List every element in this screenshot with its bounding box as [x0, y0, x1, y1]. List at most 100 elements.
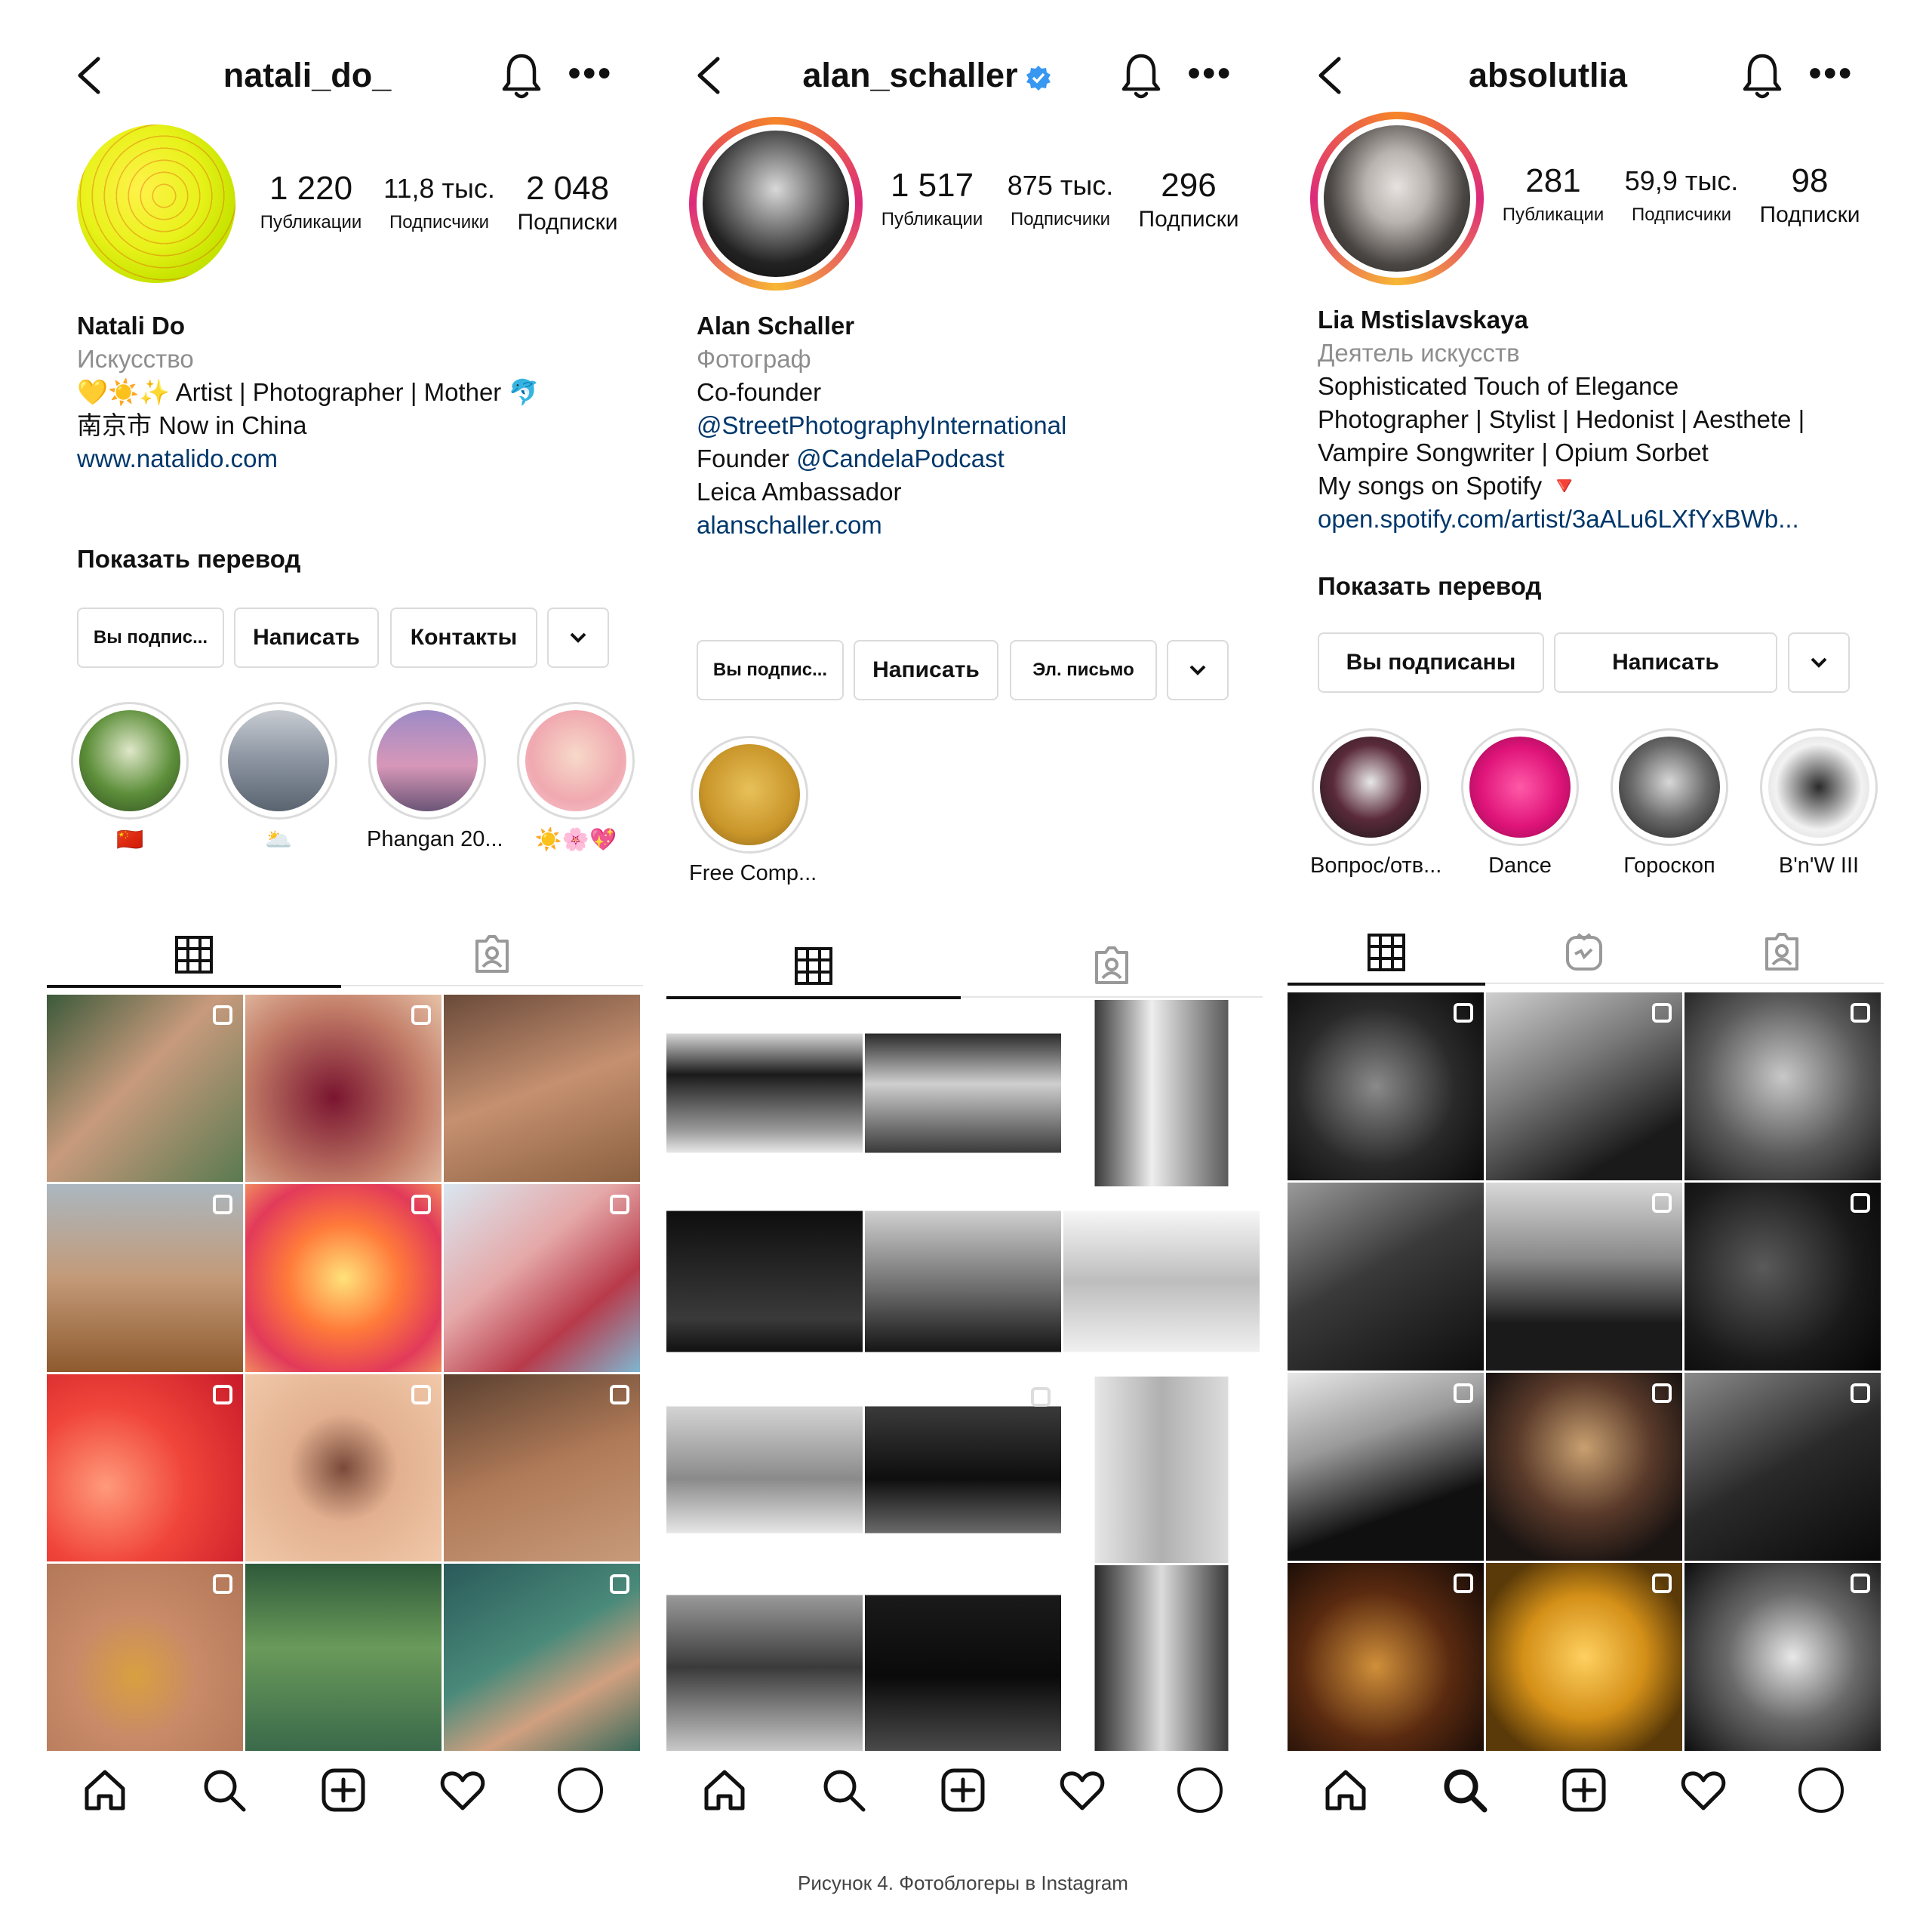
message-button[interactable]: Написать [1554, 632, 1777, 693]
following-button[interactable]: Вы подпис... [697, 640, 844, 700]
following-button[interactable]: Вы подписаны [1318, 632, 1544, 693]
profile-icon[interactable] [1176, 1766, 1224, 1814]
back-arrow-icon[interactable] [689, 53, 734, 98]
search-icon[interactable] [820, 1766, 868, 1814]
post-thumbnail[interactable] [1063, 1188, 1260, 1374]
heart-icon[interactable] [1679, 1766, 1728, 1814]
story-highlight[interactable]: ☀️🌸💖 [515, 702, 636, 853]
post-thumbnail[interactable] [666, 1000, 863, 1186]
story-highlight[interactable]: Phangan 20... [367, 702, 503, 852]
post-thumbnail[interactable] [245, 1184, 442, 1372]
post-thumbnail[interactable] [444, 1563, 640, 1751]
post-thumbnail[interactable] [1684, 1373, 1881, 1561]
following-count[interactable]: 296 Подписки [1125, 165, 1253, 232]
post-thumbnail[interactable] [1063, 1377, 1260, 1563]
contacts-button[interactable]: Контакты [390, 608, 537, 668]
profile-icon[interactable] [1797, 1766, 1845, 1814]
story-highlight[interactable]: 🌥️ [218, 702, 339, 853]
website-link[interactable]: open.spotify.com/artist/3aALu6LXfYxBWb..… [1318, 503, 1884, 536]
post-thumbnail[interactable] [245, 995, 442, 1183]
website-link[interactable]: www.natalido.com [77, 442, 643, 475]
post-thumbnail[interactable] [245, 1563, 442, 1751]
post-thumbnail[interactable] [666, 1377, 863, 1563]
message-button[interactable]: Написать [854, 640, 998, 700]
search-icon[interactable] [1441, 1766, 1489, 1814]
avatar[interactable] [689, 117, 863, 291]
message-button[interactable]: Написать [234, 608, 379, 668]
post-thumbnail[interactable] [47, 995, 243, 1183]
post-thumbnail[interactable] [1486, 992, 1682, 1180]
mention-link[interactable]: @CandelaPodcast [796, 445, 1005, 472]
back-arrow-icon[interactable] [1310, 53, 1355, 98]
story-highlight[interactable]: B'n'W III [1758, 728, 1879, 878]
post-thumbnail[interactable] [1288, 992, 1484, 1180]
bell-icon[interactable] [1118, 51, 1165, 101]
tab-posts-grid[interactable] [666, 936, 961, 999]
post-thumbnail[interactable] [865, 1188, 1061, 1374]
post-thumbnail[interactable] [1684, 1183, 1881, 1371]
new-post-icon[interactable] [1560, 1766, 1608, 1814]
posts-count[interactable]: 281 Публикации [1493, 160, 1614, 228]
show-translation-link[interactable]: Показать перевод [77, 545, 300, 574]
new-post-icon[interactable] [939, 1766, 987, 1814]
posts-count[interactable]: 1 220 Публикации [251, 168, 371, 235]
followers-count[interactable]: 11,8 тыс. Подписчики [379, 168, 500, 235]
suggestions-button[interactable] [547, 608, 609, 668]
avatar[interactable] [77, 125, 235, 283]
heart-icon[interactable] [438, 1766, 487, 1814]
post-thumbnail[interactable] [666, 1564, 863, 1751]
post-thumbnail[interactable] [47, 1563, 243, 1751]
mention-link[interactable]: @StreetPhotographyInternational [697, 409, 1263, 442]
story-highlight[interactable]: Free Comp... [689, 736, 817, 886]
tab-tagged[interactable] [1683, 922, 1881, 983]
post-thumbnail[interactable] [865, 1564, 1061, 1751]
home-icon[interactable] [1321, 1766, 1370, 1814]
followers-count[interactable]: 875 тыс. Подписчики [1000, 165, 1121, 232]
following-button[interactable]: Вы подпис... [77, 608, 224, 668]
post-thumbnail[interactable] [444, 1184, 640, 1372]
post-thumbnail[interactable] [444, 1374, 640, 1561]
tab-reels[interactable] [1485, 922, 1683, 983]
search-icon[interactable] [200, 1766, 248, 1814]
bell-icon[interactable] [498, 51, 545, 101]
more-icon[interactable]: ••• [1809, 47, 1854, 101]
profile-icon[interactable] [556, 1766, 605, 1814]
new-post-icon[interactable] [319, 1766, 368, 1814]
more-icon[interactable]: ••• [1188, 47, 1232, 101]
post-thumbnail[interactable] [245, 1374, 442, 1561]
story-highlight[interactable]: Dance [1460, 728, 1580, 878]
more-icon[interactable]: ••• [568, 47, 613, 101]
tab-tagged[interactable] [961, 936, 1263, 996]
post-thumbnail[interactable] [1288, 1563, 1484, 1751]
post-thumbnail[interactable] [865, 1000, 1061, 1186]
heart-icon[interactable] [1058, 1766, 1106, 1814]
post-thumbnail[interactable] [1486, 1373, 1682, 1561]
following-count[interactable]: 98 Подписки [1746, 160, 1874, 228]
following-count[interactable]: 2 048 Подписки [503, 168, 632, 235]
post-thumbnail[interactable] [47, 1184, 243, 1372]
followers-count[interactable]: 59,9 тыс. Подписчики [1621, 160, 1742, 228]
bell-icon[interactable] [1739, 51, 1786, 101]
post-thumbnail[interactable] [1288, 1373, 1484, 1561]
post-thumbnail[interactable] [47, 1374, 243, 1561]
post-thumbnail[interactable] [865, 1377, 1061, 1563]
story-highlight[interactable]: 🇨🇳 [69, 702, 190, 853]
story-highlight[interactable]: Вопрос/отв... [1310, 728, 1441, 878]
website-link[interactable]: alanschaller.com [697, 509, 1263, 542]
show-translation-link[interactable]: Показать перевод [1318, 572, 1541, 601]
post-thumbnail[interactable] [1684, 992, 1881, 1180]
post-thumbnail[interactable] [1288, 1183, 1484, 1371]
story-highlight[interactable]: Гороскоп [1609, 728, 1730, 878]
post-thumbnail[interactable] [444, 995, 640, 1183]
post-thumbnail[interactable] [1486, 1563, 1682, 1751]
back-arrow-icon[interactable] [69, 53, 115, 98]
suggestions-button[interactable] [1167, 640, 1229, 700]
post-thumbnail[interactable] [666, 1188, 863, 1374]
suggestions-button[interactable] [1788, 632, 1850, 693]
post-thumbnail[interactable] [1486, 1183, 1682, 1371]
post-thumbnail[interactable] [1063, 1000, 1260, 1186]
post-thumbnail[interactable] [1684, 1563, 1881, 1751]
avatar[interactable] [1310, 112, 1484, 285]
email-button[interactable]: Эл. письмо [1010, 640, 1157, 700]
tab-posts-grid[interactable] [1288, 922, 1485, 986]
